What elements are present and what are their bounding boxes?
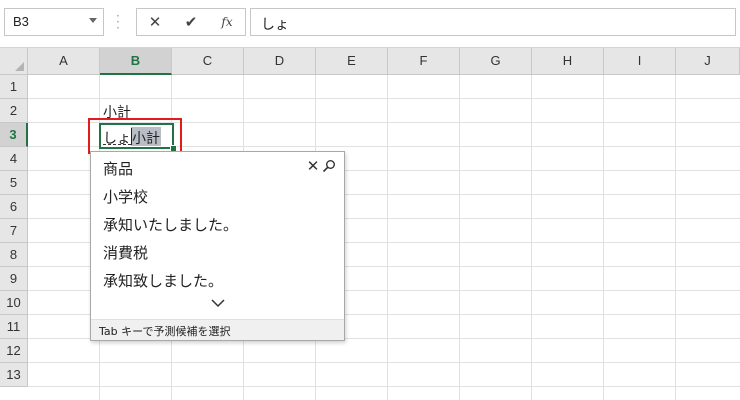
formula-input-value: しょ bbox=[261, 17, 289, 33]
column-header-c[interactable]: C bbox=[172, 48, 244, 75]
prediction-popup: ✕ 商品 小学校 承知いたしました。 消費税 承知致しました。 Tab キーで予… bbox=[90, 151, 345, 341]
row-header-5[interactable]: 5 bbox=[0, 171, 28, 195]
column-header-e[interactable]: E bbox=[316, 48, 388, 75]
row-header-4[interactable]: 4 bbox=[0, 147, 28, 171]
close-icon[interactable]: ✕ bbox=[306, 158, 320, 174]
row-header-8[interactable]: 8 bbox=[0, 243, 28, 267]
formula-input[interactable]: しょ bbox=[250, 8, 736, 36]
chevron-down-icon[interactable] bbox=[89, 18, 97, 23]
name-box[interactable]: B3 bbox=[4, 8, 104, 36]
column-header-f[interactable]: F bbox=[388, 48, 460, 75]
row-header-1[interactable]: 1 bbox=[0, 75, 28, 99]
cancel-icon[interactable]: ✕ bbox=[143, 12, 167, 32]
column-header-h[interactable]: H bbox=[532, 48, 604, 75]
red-highlight-box bbox=[88, 118, 182, 154]
column-header-d[interactable]: D bbox=[244, 48, 316, 75]
gridline-vertical bbox=[387, 75, 388, 400]
suggestion-item[interactable]: 商品 bbox=[103, 158, 133, 179]
enter-check-icon[interactable]: ✔ bbox=[179, 12, 203, 32]
gridline-horizontal bbox=[28, 386, 740, 387]
column-header-i[interactable]: I bbox=[604, 48, 676, 75]
row-header-9[interactable]: 9 bbox=[0, 267, 28, 291]
formula-bar: B3 · · · ✕ ✔ fx しょ bbox=[0, 0, 740, 48]
row-header-7[interactable]: 7 bbox=[0, 219, 28, 243]
search-icon[interactable] bbox=[322, 159, 336, 173]
gridline-horizontal bbox=[28, 362, 740, 363]
select-all-triangle-icon bbox=[15, 62, 24, 71]
formula-buttons: ✕ ✔ fx bbox=[136, 8, 246, 36]
gridline-vertical bbox=[531, 75, 532, 400]
column-header-j[interactable]: J bbox=[676, 48, 740, 75]
select-all-corner[interactable] bbox=[0, 48, 28, 75]
row-header-6[interactable]: 6 bbox=[0, 195, 28, 219]
row-header-3[interactable]: 3 bbox=[0, 123, 28, 147]
popup-hint-text: Tab キーで予測候補を選択 bbox=[99, 325, 231, 338]
row-header-11[interactable]: 11 bbox=[0, 315, 28, 339]
name-box-value: B3 bbox=[13, 14, 29, 29]
suggestion-item[interactable]: 承知いたしました。 bbox=[103, 214, 238, 235]
suggestion-item[interactable]: 消費税 bbox=[103, 242, 148, 263]
gridline-vertical bbox=[603, 75, 604, 400]
row-header-2[interactable]: 2 bbox=[0, 99, 28, 123]
drag-handle-icon[interactable]: · · · bbox=[116, 10, 120, 34]
row-header-10[interactable]: 10 bbox=[0, 291, 28, 315]
insert-function-icon[interactable]: fx bbox=[215, 12, 239, 32]
gridline-horizontal bbox=[28, 98, 740, 99]
suggestion-item[interactable]: 承知致しました。 bbox=[103, 270, 223, 291]
column-header-b[interactable]: B bbox=[100, 48, 172, 75]
row-header-12[interactable]: 12 bbox=[0, 339, 28, 363]
chevron-down-icon[interactable] bbox=[210, 297, 226, 309]
popup-footer: Tab キーで予測候補を選択 bbox=[91, 319, 344, 340]
row-header-13[interactable]: 13 bbox=[0, 363, 28, 387]
column-header-g[interactable]: G bbox=[460, 48, 532, 75]
gridline-vertical bbox=[675, 75, 676, 400]
column-header-a[interactable]: A bbox=[28, 48, 100, 75]
suggestion-item[interactable]: 小学校 bbox=[103, 186, 148, 207]
gridline-vertical bbox=[459, 75, 460, 400]
